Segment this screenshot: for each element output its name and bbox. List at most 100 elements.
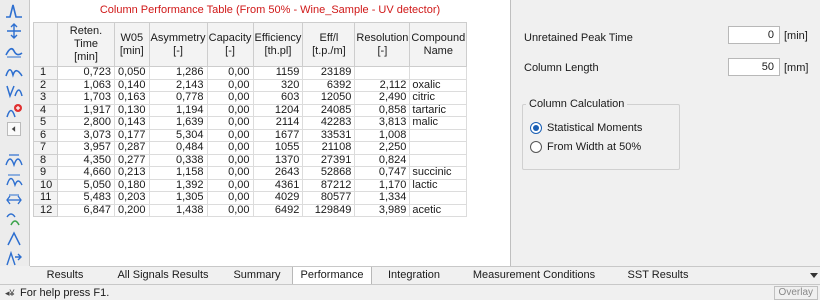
performance-table-panel: Column Performance Table (From 50% - Win… [30,0,511,266]
table-row[interactable]: 1 0,723 0,050 1,286 0,00 1159 23189 [33,66,468,80]
column-header-line1: Eff/l [319,31,339,44]
table-cell: 0,00 [206,178,254,192]
result-tabs: Results All Signals Results Summary Perf… [30,266,820,285]
peak-icon[interactable] [4,2,24,20]
table-cell: 87212 [302,178,356,192]
column-header[interactable]: Reten. Time [min] [57,22,115,67]
cross-peaks-icon[interactable] [4,150,24,168]
table-cell: 1204 [252,103,304,117]
toggle-panel-icon[interactable]: ◂¥ [5,288,15,299]
tab-all-signals-results[interactable]: All Signals Results [108,267,218,284]
tab-results[interactable]: Results [36,267,94,284]
table-cell: 1055 [252,141,304,155]
table-cell: 1677 [252,128,304,142]
table-cell: 0,00 [206,141,254,155]
column-header-line2: [-] [225,44,235,57]
table-cell: 5,483 [57,191,115,205]
compare-icon[interactable] [4,210,24,228]
column-header[interactable]: Efficiency [th.pl] [252,22,304,67]
tab-integration[interactable]: Integration [378,267,450,284]
table-cell: 33531 [302,128,356,142]
table-cell: 6492 [252,203,304,217]
move-baseline-icon[interactable] [4,22,24,40]
table-row[interactable]: 7 3,957 0,287 0,484 0,00 1055 21108 2,250 [33,141,468,155]
negative-peak-icon[interactable] [4,230,24,248]
table-cell: 0,00 [206,103,254,117]
row-index: 2 [33,78,58,92]
table-row[interactable]: 11 5,483 0,203 1,305 0,00 4029 80577 1,334 [33,191,468,205]
width-at-50-radio[interactable]: From Width at 50% [530,141,641,153]
table-cell [409,128,468,142]
row-index: 6 [33,128,58,142]
table-cell: 0,00 [206,191,254,205]
table-cell: 0,00 [206,91,254,105]
table-row[interactable]: 3 1,703 0,163 0,778 0,00 603 12050 2,490 citric [33,91,468,105]
table-cell: 0,00 [206,66,254,80]
table-cell: 0,778 [148,91,208,105]
table-cell: 2,250 [354,141,411,155]
table-row[interactable]: 5 2,800 0,143 1,639 0,00 2114 42283 3,813 malic [33,116,468,130]
table-row[interactable]: 8 4,350 0,277 0,338 0,00 1370 27391 0,824 [33,153,468,167]
lock-baseline-icon[interactable] [4,42,24,60]
tab-measurement-conditions[interactable]: Measurement Conditions [464,267,604,284]
table-cell: 603 [252,91,304,105]
row-index: 4 [33,103,58,117]
table-cell: 0,277 [114,153,150,167]
table-cell: 0,180 [114,178,150,192]
table-cell: 80577 [302,191,356,205]
column-header[interactable]: Capacity [-] [206,22,254,67]
unretained-peak-input[interactable]: 0 [728,26,780,44]
valley-icon[interactable] [4,62,24,80]
table-cell: 0,00 [206,203,254,217]
expand-icon[interactable] [4,250,24,268]
column-header-line1: Reten. Time [69,25,103,50]
row-index: 11 [33,191,58,205]
column-calculation-group [522,104,680,170]
column-header[interactable]: Resolution [-] [354,22,411,67]
tab-sst-results[interactable]: SST Results [620,267,696,284]
integration-toolbar [0,0,30,266]
column-header[interactable]: W05 [min] [114,22,150,67]
table-cell: 0,140 [114,78,150,92]
column-header-line2: [min] [119,44,144,57]
table-cell [409,191,468,205]
column-header-line1: Capacity [208,31,252,44]
tab-summary[interactable]: Summary [226,267,288,284]
add-peak-icon[interactable] [4,102,24,120]
table-cell: 320 [252,78,304,92]
table-row[interactable]: 6 3,073 0,177 5,304 0,00 1677 33531 1,008 [33,128,468,142]
statistical-moments-radio[interactable]: Statistical Moments [530,122,642,134]
small-button-icon[interactable] [7,122,21,136]
column-length-label: Column Length [524,62,599,74]
split-peak-icon[interactable] [4,82,24,100]
table-cell [409,66,468,80]
column-length-input[interactable]: 50 [728,58,780,76]
statistical-moments-label: Statistical Moments [547,122,643,134]
column-header[interactable]: Compound Name [409,22,468,67]
column-header[interactable]: Eff/l [t.p./m] [302,22,356,67]
table-cell: 0,00 [206,78,254,92]
column-header[interactable] [33,22,58,67]
column-header-line1: W05 [120,31,144,44]
table-cell: 1,438 [148,203,208,217]
row-index: 3 [33,91,58,105]
table-row[interactable]: 9 4,660 0,213 1,158 0,00 2643 52868 0,747 succin… [33,166,468,180]
table-cell: 0,723 [57,66,115,80]
tab-performance[interactable]: Performance [292,267,372,285]
column-header-line1: Asymmetry [150,31,206,44]
table-row[interactable]: 2 1,063 0,140 2,143 0,00 320 6392 2,112 oxalic [33,78,468,92]
column-header[interactable]: Asymmetry [-] [148,22,208,67]
table-cell: 2,800 [57,116,115,130]
table-row[interactable]: 10 5,050 0,180 1,392 0,00 4361 87212 1,170 lacti… [33,178,468,192]
table-cell: 4361 [252,178,304,192]
merge-peaks-icon[interactable] [4,190,24,208]
table-cell: tartaric [409,103,468,117]
table-cell: 1,639 [148,116,208,130]
row-index: 1 [33,66,58,80]
table-cell: 1,286 [148,66,208,80]
table-row[interactable]: 4 1,917 0,130 1,194 0,00 1204 24085 0,858 tartar… [33,103,468,117]
performance-table: Reten. Time [min] W05 [min] Asymmetry [-] Capa… [33,22,468,217]
tabs-scroll-down-icon[interactable] [810,273,818,278]
table-row[interactable]: 12 6,847 0,200 1,438 0,00 6492 129849 3,989 acet… [33,203,468,217]
tangent-icon[interactable] [4,170,24,188]
